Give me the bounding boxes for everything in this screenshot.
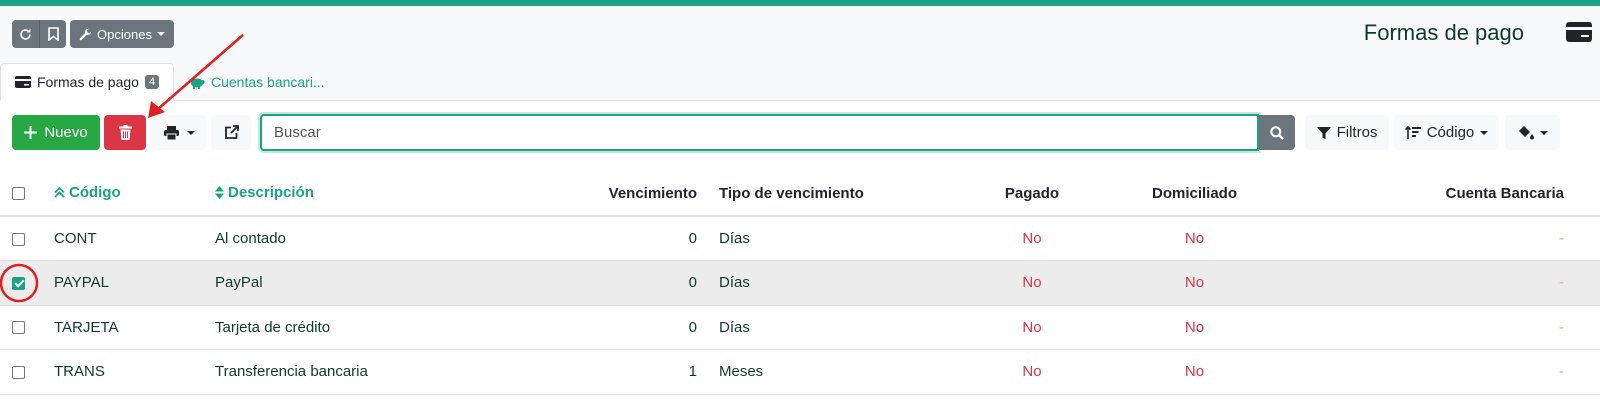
cell-direct-debit: No [1107,349,1282,395]
chevron-down-icon [1539,130,1548,135]
row-checkbox[interactable] [12,365,25,379]
delete-button[interactable] [104,115,146,150]
header-due-type: Tipo de vencimiento [697,171,957,217]
header-code[interactable]: Código [54,171,215,217]
paint-bucket-icon [1518,126,1534,140]
count-badge: 4 [144,75,160,89]
sort-amount-icon [1404,125,1421,139]
header-code-label: Código [69,184,121,201]
header-description[interactable]: Descripción [215,171,550,217]
plus-icon [24,126,38,139]
chevron-down-icon [156,32,165,36]
bookmark-button[interactable] [40,20,66,48]
cell-code: PAYPAL [54,260,215,306]
cell-description: Al contado [215,216,550,261]
row-checkbox[interactable] [12,276,25,290]
options-label: Opciones [97,26,152,42]
cell-direct-debit: No [1107,216,1282,261]
cell-bank-account: - [1282,349,1600,395]
credit-card-icon [1566,22,1592,42]
cell-bank-account: - [1282,260,1600,306]
cell-due-type: Días [697,305,957,350]
cell-paid: No [957,305,1107,350]
top-button-group: Opciones [12,20,174,48]
payment-methods-table: Código Descripción Vencimiento Tipo de v… [0,171,1600,395]
tab-label: Formas de pago [37,74,139,90]
order-label: Código [1426,124,1475,141]
select-all-checkbox[interactable] [12,187,25,201]
table-row[interactable]: PAYPAL PayPal 0 Días No No - [0,260,1600,306]
new-button[interactable]: Nuevo [12,115,100,150]
printer-icon [163,125,179,140]
header-direct-debit: Domiciliado [1107,171,1282,217]
header-description-label: Descripción [228,183,314,201]
credit-card-icon [15,76,31,88]
tab-payment-methods[interactable]: Formas de pago 4 [0,63,174,101]
cell-direct-debit: No [1107,305,1282,350]
header-paid: Pagado [957,171,1107,217]
tab-label: Cuentas bancari... [211,74,325,90]
cell-due-type: Días [697,216,957,261]
print-dropdown-button[interactable] [152,115,206,150]
filter-icon [1316,126,1331,139]
header-due: Vencimiento [550,171,697,217]
sort-order-dropdown[interactable]: Código [1394,115,1499,150]
cell-due-type: Meses [697,349,957,395]
table-row[interactable]: TRANS Transferencia bancaria 1 Meses No … [0,349,1600,395]
sort-icon [215,185,224,199]
page-title: Formas de pago [1363,20,1524,45]
new-label: Nuevo [44,124,88,141]
table-row[interactable]: TARJETA Tarjeta de crédito 0 Días No No … [0,305,1600,350]
cell-description: Tarjeta de crédito [215,305,550,350]
chevron-down-icon [1480,130,1489,135]
cell-code: CONT [54,216,215,261]
cell-bank-account: - [1282,305,1600,350]
filters-button[interactable]: Filtros [1305,115,1389,150]
filters-label: Filtros [1336,124,1378,141]
cell-direct-debit: No [1107,260,1282,306]
cell-due: 1 [550,349,697,395]
search-input[interactable] [260,114,1259,151]
search-button[interactable] [1259,115,1295,150]
cell-description: Transferencia bancaria [215,349,550,395]
cell-paid: No [957,260,1107,306]
cell-due: 0 [550,216,697,261]
select-all-cell [0,171,54,217]
options-dropdown-button[interactable]: Opciones [70,20,174,48]
cell-paid: No [957,216,1107,261]
search-icon [1270,125,1284,140]
cell-due-type: Días [697,260,957,306]
external-link-icon [224,125,239,139]
cell-due: 0 [550,260,697,306]
cell-description: PayPal [215,260,550,306]
tab-bank-accounts[interactable]: Cuentas bancari... [190,63,325,101]
row-checkbox[interactable] [12,321,25,335]
cell-paid: No [957,349,1107,395]
cell-bank-account: - [1282,216,1600,261]
refresh-button[interactable] [12,20,40,48]
cell-due: 0 [550,305,697,350]
piggy-bank-icon [191,78,205,89]
table-header-row: Código Descripción Vencimiento Tipo de v… [0,171,1600,217]
trash-icon [118,125,132,140]
cell-code: TRANS [54,349,215,395]
chevron-down-icon [186,130,195,135]
export-button[interactable] [211,115,251,150]
table-row[interactable]: CONT Al contado 0 Días No No - [0,216,1600,261]
wrench-icon [79,28,92,40]
cell-code: TARJETA [54,305,215,350]
refresh-icon [20,28,31,40]
sort-up-icon [54,187,65,198]
row-checkbox[interactable] [12,232,25,246]
bookmark-icon [47,27,59,41]
color-dropdown-button[interactable] [1505,115,1560,150]
header-bank-account: Cuenta Bancaria [1282,171,1600,217]
